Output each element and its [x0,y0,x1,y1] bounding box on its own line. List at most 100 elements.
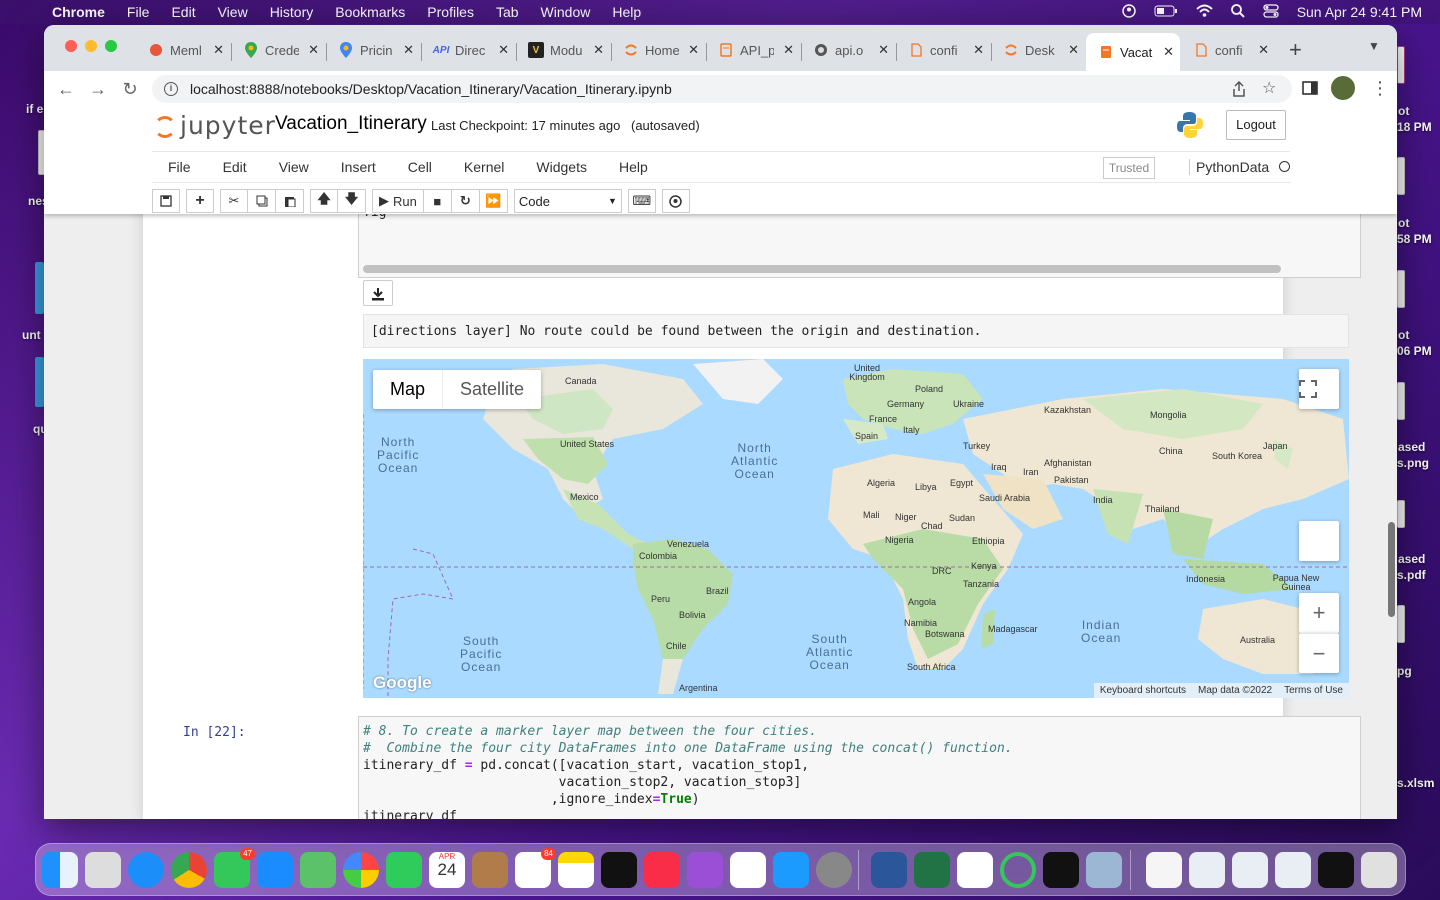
facetime-icon[interactable] [386,852,422,888]
bookmark-star-icon[interactable]: ☆ [1262,78,1276,98]
jmenu-help[interactable]: Help [603,159,664,175]
reload-icon[interactable]: ↻ [118,77,142,101]
kernel-name[interactable]: PythonData [1189,159,1269,175]
control-center-icon[interactable] [1263,3,1279,21]
close-window-button[interactable] [65,40,77,52]
paste-button[interactable] [276,189,304,213]
run-button[interactable]: ▶ Run [372,189,424,213]
jmenu-view[interactable]: View [263,159,325,175]
recent-window-icon[interactable] [1318,852,1354,888]
music-icon[interactable] [644,852,680,888]
recent-file-icon[interactable] [1275,852,1311,888]
desktop-label-1[interactable]: if e [26,102,43,116]
desktop-label-r4[interactable]: 58 PM [1397,232,1432,246]
code-cell-input[interactable]: # 8. To create a marker layer map betwee… [358,716,1361,819]
launchpad-icon[interactable] [85,852,121,888]
github-button[interactable] [661,189,690,213]
google-logo[interactable]: Google [373,673,432,693]
menu-window[interactable]: Window [530,4,602,20]
move-up-button[interactable]: 🡅 [310,189,338,213]
podcasts-icon[interactable] [687,852,723,888]
jmenu-widgets[interactable]: Widgets [520,159,603,175]
desktop-label-r1[interactable]: ot [1398,104,1409,118]
maps-icon[interactable] [300,852,336,888]
desktop-file-icon[interactable] [1397,605,1405,643]
close-icon[interactable]: ✕ [1068,42,1079,58]
finder-icon[interactable] [42,852,78,888]
menu-file[interactable]: File [116,4,161,20]
cut-button[interactable]: ✂ [220,189,248,213]
recent-file-icon[interactable] [1232,852,1268,888]
battery-icon[interactable] [1154,4,1178,20]
menu-view[interactable]: View [207,4,259,20]
menu-bookmarks[interactable]: Bookmarks [324,4,416,20]
notes-icon[interactable] [558,852,594,888]
terms-of-use-link[interactable]: Terms of Use [1278,685,1349,696]
desktop-label-r9[interactable]: ased [1398,552,1425,566]
menu-tab[interactable]: Tab [485,4,530,20]
desktop-folder-icon[interactable] [35,262,44,314]
apple-tv-icon[interactable] [601,852,637,888]
browser-tab[interactable]: confi ✕ [1181,37,1275,63]
desktop-label-r3[interactable]: ot [1398,216,1409,230]
jupyter-logo[interactable]: jupyter [154,111,276,140]
desktop-label-r6[interactable]: 06 PM [1397,344,1432,358]
map-type-satellite-button[interactable]: Satellite [442,370,541,409]
profile-avatar[interactable] [1331,76,1355,100]
close-icon[interactable]: ✕ [1258,42,1269,58]
notebook-title[interactable]: Vacation_Itinerary [275,113,427,135]
safari-icon[interactable] [128,852,164,888]
close-icon[interactable]: ✕ [783,42,794,58]
minimize-window-button[interactable] [85,40,97,52]
google-map[interactable]: Map Satellite + − North Pacific Ocean No… [363,359,1349,698]
recent-file-icon[interactable] [1189,852,1225,888]
browser-tab[interactable]: API_p ✕ [706,37,800,63]
menu-app-name[interactable]: Chrome [52,4,116,20]
trusted-indicator[interactable]: Trusted [1103,157,1155,179]
browser-tab[interactable]: Desk ✕ [991,37,1085,63]
close-icon[interactable]: ✕ [1163,44,1174,60]
close-icon[interactable]: ✕ [688,42,699,58]
copy-button[interactable] [248,189,276,213]
interrupt-button[interactable]: ■ [423,189,452,213]
cell-type-select[interactable]: Code ▼ [513,189,622,213]
jmenu-file[interactable]: File [152,159,207,175]
command-palette-button[interactable]: ⌨ [627,189,656,213]
desktop-file-icon[interactable] [1397,46,1405,84]
restart-button[interactable]: ↻ [451,189,480,213]
menubar-clock[interactable]: Sun Apr 24 9:41 PM [1297,4,1422,20]
url-text[interactable]: localhost:8888/notebooks/Desktop/Vacatio… [190,81,672,97]
map-type-map-button[interactable]: Map [373,370,442,409]
activity-ring-icon[interactable] [1000,852,1036,888]
desktop-label-r8[interactable]: s.png [1397,456,1429,470]
word-icon[interactable] [871,852,907,888]
photos-icon[interactable] [343,852,379,888]
move-down-button[interactable]: 🡇 [338,189,366,213]
zoom-in-button[interactable]: + [1299,593,1339,633]
spotlight-search-icon[interactable] [1230,3,1245,21]
desktop-label-r12[interactable]: s.xlsm [1397,776,1434,790]
horizontal-scrollbar[interactable] [361,261,1357,276]
tab-search-chevron-icon[interactable]: ▼ [1368,39,1380,53]
site-info-icon[interactable]: i [164,82,178,96]
reminders-icon[interactable]: 84 [515,848,556,888]
desktop-file-icon[interactable] [1397,270,1405,308]
preview-icon[interactable] [1086,852,1122,888]
menu-edit[interactable]: Edit [160,4,206,20]
jmenu-insert[interactable]: Insert [325,159,392,175]
excel-icon[interactable] [914,852,950,888]
close-icon[interactable]: ✕ [403,42,414,58]
close-icon[interactable]: ✕ [308,42,319,58]
calendar-icon[interactable]: APR 24 [429,852,465,888]
trash-icon[interactable] [1361,852,1397,888]
save-button[interactable] [152,189,180,213]
jmenu-kernel[interactable]: Kernel [448,159,520,175]
forward-arrow-icon[interactable]: → [86,77,110,101]
close-icon[interactable]: ✕ [878,42,889,58]
logout-button[interactable]: Logout [1226,110,1286,140]
keyboard-shortcuts-link[interactable]: Keyboard shortcuts [1094,685,1192,696]
zoom-window-button[interactable] [105,40,117,52]
browser-tab-active[interactable]: Vacat ✕ [1086,33,1180,71]
menu-history[interactable]: History [259,4,325,20]
desktop-label-r5[interactable]: ot [1398,328,1409,342]
